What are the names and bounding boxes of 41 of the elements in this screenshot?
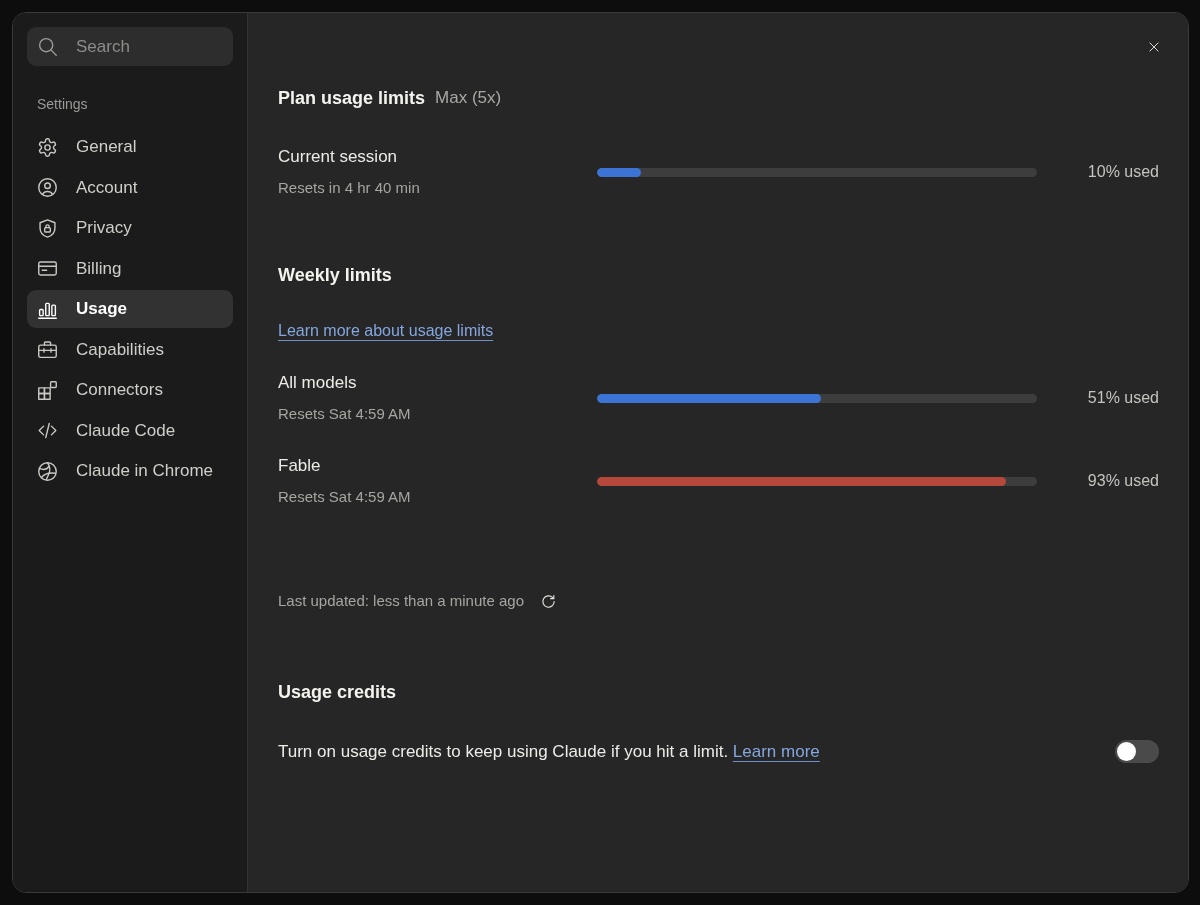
reset-time: Resets Sat 4:59 AM [278, 404, 411, 424]
learn-more-link[interactable]: Learn more about usage limits [278, 322, 494, 339]
sidebar-item[interactable]: Billing [27, 249, 233, 288]
sidebar-item[interactable]: Claude in Chrome [27, 452, 233, 490]
credits-description: Turn on usage credits to keep using Claude if you hit a limit. Learn more [278, 740, 820, 763]
search-field[interactable]: Search [27, 27, 233, 66]
meter-label: Fable [278, 455, 321, 477]
search-icon [37, 36, 58, 57]
toolbox-icon [37, 339, 58, 360]
section-title: Usage credits [278, 681, 397, 704]
sidebar-item[interactable]: Claude Code [27, 411, 233, 450]
usage-reading: 10% used [1087, 162, 1159, 182]
reset-time: Resets Sat 4:59 AM [278, 487, 411, 507]
meter-label: Current session [278, 146, 398, 168]
usage-credits-toggle[interactable] [1115, 740, 1159, 763]
learn-more-link[interactable]: Learn more [732, 741, 820, 761]
sidebar-item[interactable]: General [27, 128, 233, 166]
usage-reading: 51% used [1087, 388, 1159, 408]
section-title: Weekly limits [278, 264, 392, 287]
sidebar-heading: Settings [37, 95, 88, 114]
last-updated-text: Last updated: less than a minute ago [278, 591, 524, 611]
refresh-button[interactable] [540, 592, 557, 610]
person-circle-icon [37, 177, 58, 198]
sidebar-item[interactable]: Connectors [27, 371, 233, 409]
sidebar-item[interactable]: Capabilities [27, 330, 233, 369]
close-icon [1147, 40, 1161, 54]
reset-time: Resets in 4 hr 40 min [278, 178, 420, 198]
refresh-icon [540, 592, 557, 610]
globe-icon [37, 460, 58, 482]
plan-name: Max (5x) [435, 87, 502, 109]
card-icon [37, 258, 58, 279]
blocks-icon [37, 379, 58, 401]
section-title: Plan usage limits [278, 87, 426, 110]
shield-lock-icon [37, 217, 58, 239]
sidebar-item[interactable]: Account [27, 168, 233, 207]
gear-icon [37, 136, 58, 158]
meter-label: All models [278, 372, 357, 394]
code-icon [37, 420, 58, 441]
sidebar-item[interactable]: Usage [27, 290, 233, 328]
usage-reading: 93% used [1087, 471, 1159, 491]
sidebar-item[interactable]: Privacy [27, 209, 233, 247]
